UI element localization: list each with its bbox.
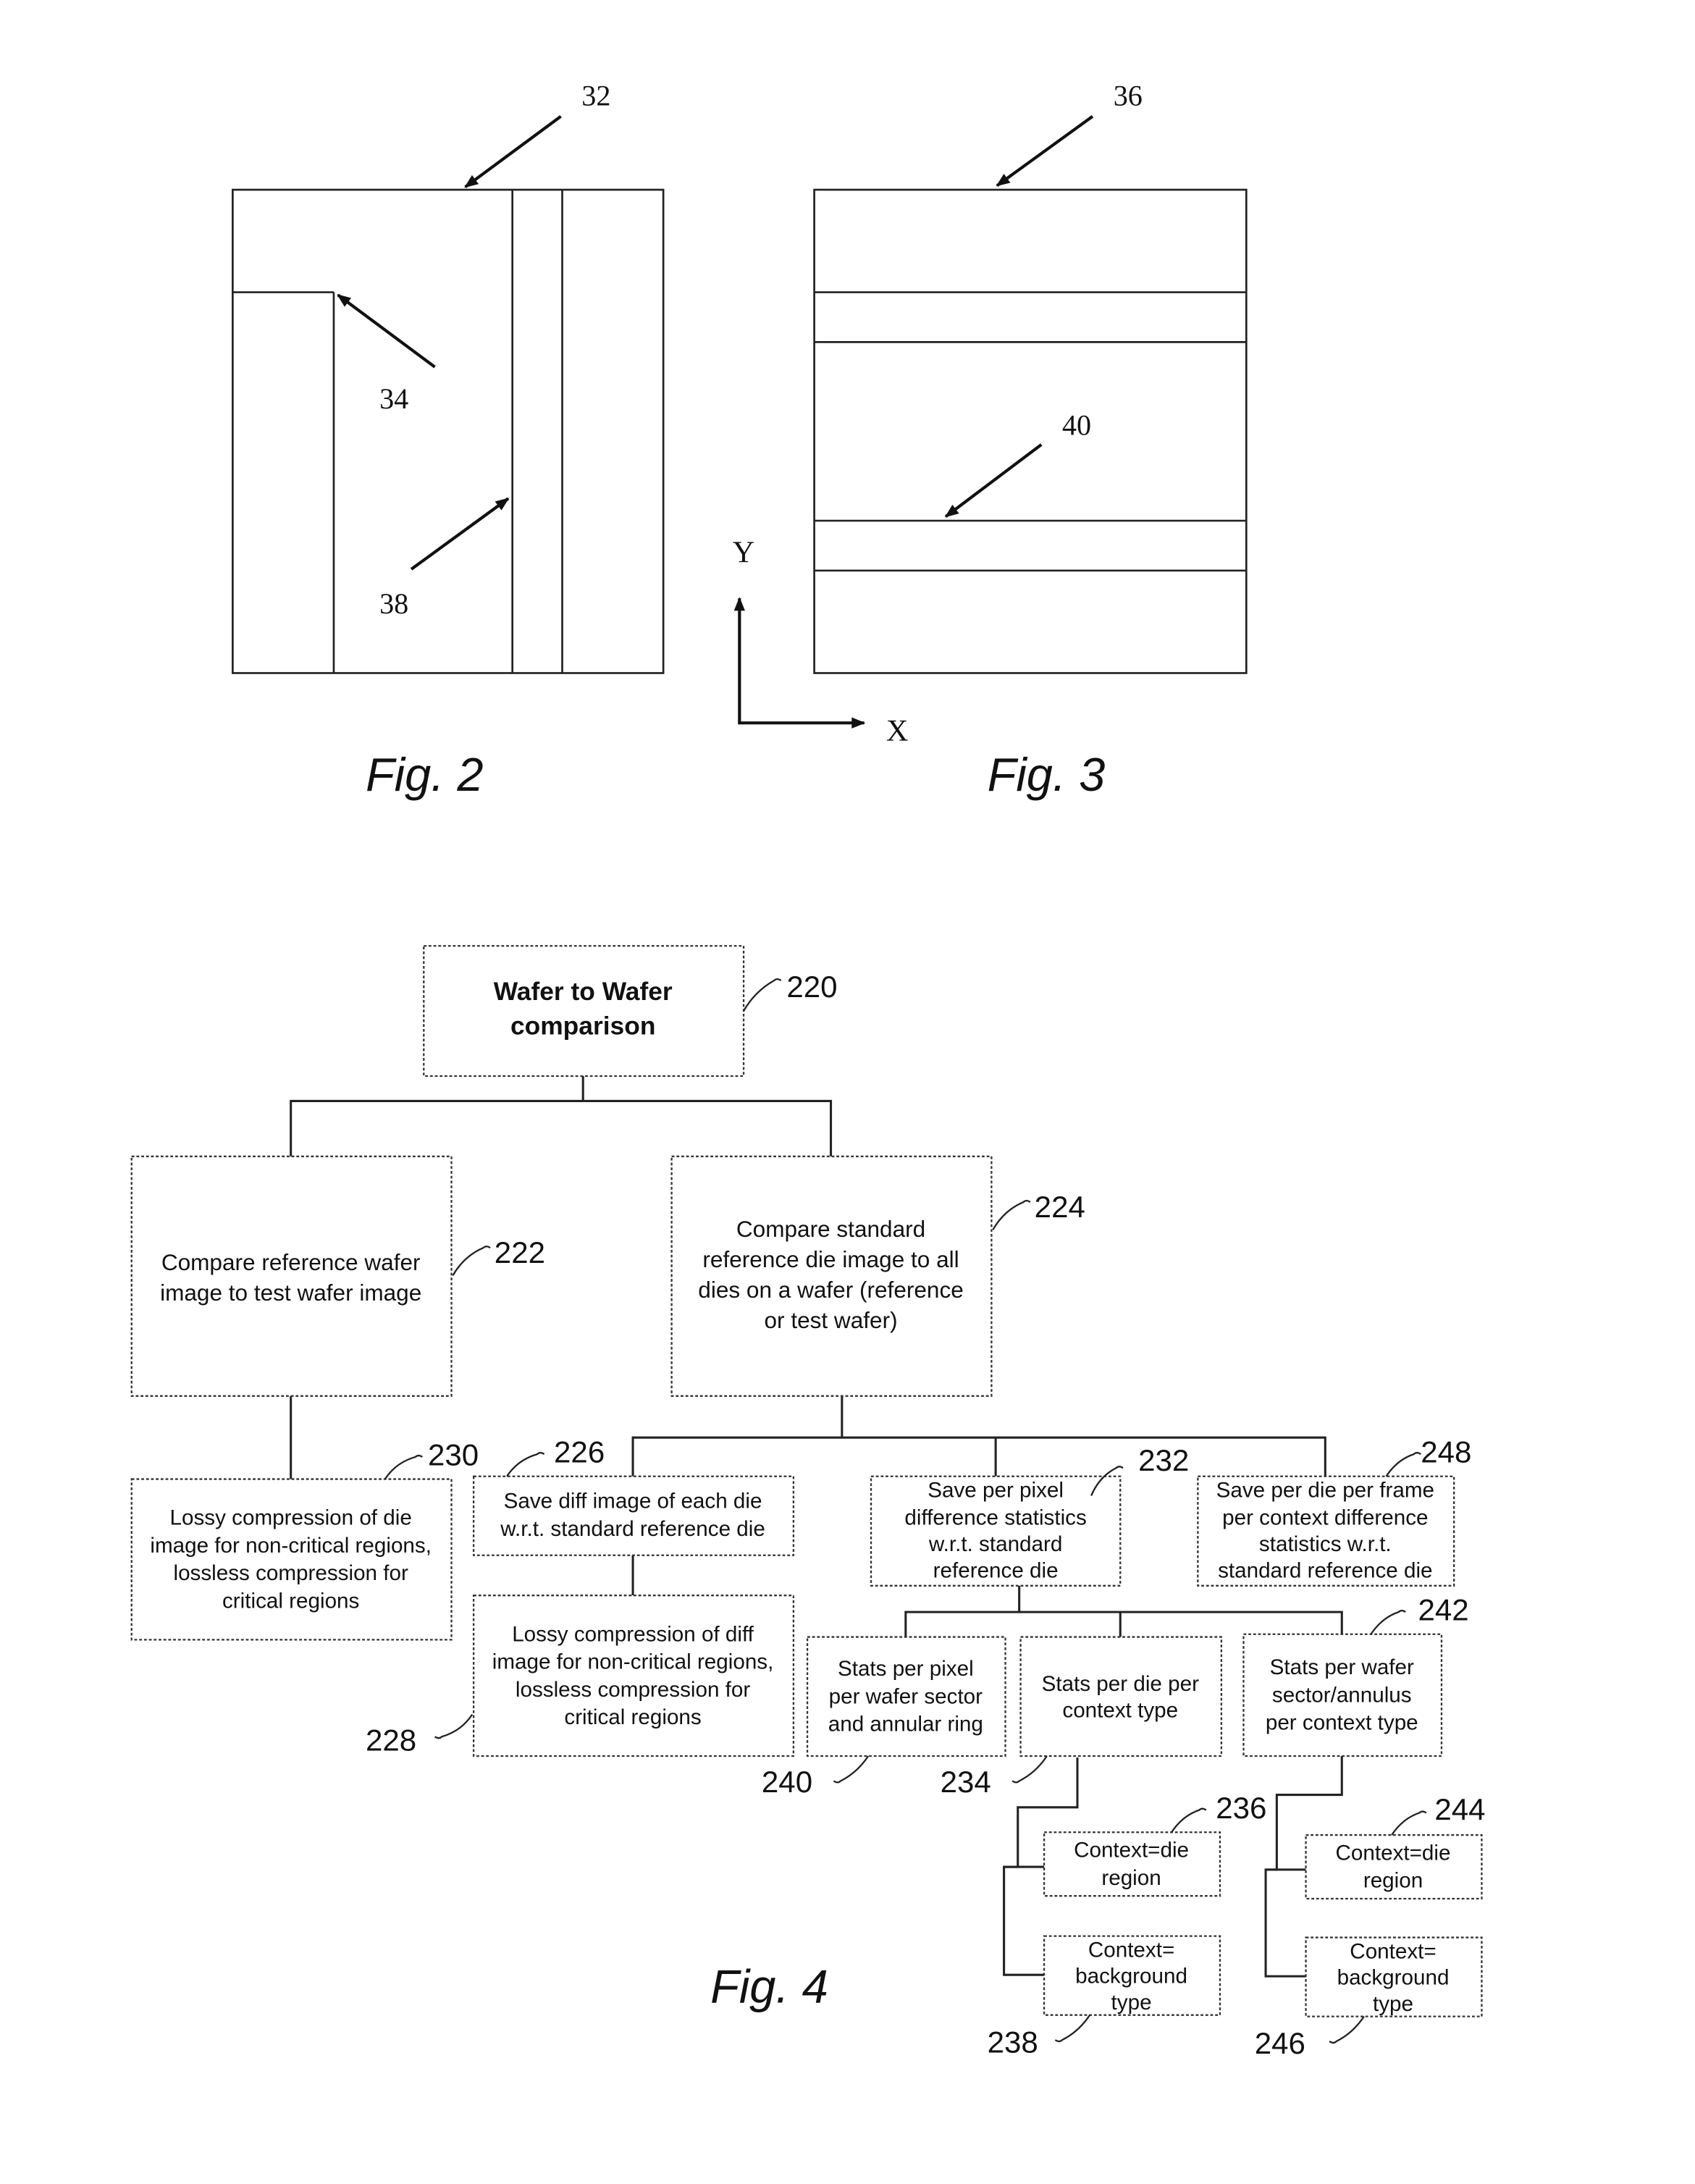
- node-232-line-2: difference statistics: [904, 1506, 1086, 1530]
- node-228-line-1: Lossy compression of diff: [512, 1622, 754, 1646]
- node-224-line-3: dies on a wafer (reference: [698, 1277, 963, 1303]
- ref-label-40: 40: [1062, 409, 1091, 442]
- node-238-context-background-type: Context= background type 238: [988, 1935, 1221, 2059]
- figure-2: 32 34 38 Fig. 2: [232, 79, 665, 801]
- ref-label-232: 232: [1138, 1443, 1189, 1477]
- node-226-line-2: w.r.t. standard reference die: [500, 1517, 765, 1541]
- node-226-line-1: Save diff image of each die: [504, 1490, 762, 1513]
- node-240-line-1: Stats per pixel: [838, 1657, 974, 1681]
- node-224-line-1: Compare standard: [736, 1216, 925, 1242]
- node-222-compare-reference-wafer: Compare reference wafer image to test wa…: [130, 1155, 545, 1397]
- node-246-line-2: background: [1337, 1966, 1450, 1990]
- node-238-line-1: Context=: [1088, 1938, 1174, 1962]
- node-232-line-3: w.r.t. standard: [928, 1532, 1062, 1556]
- ref-label-38: 38: [379, 587, 408, 620]
- node-230-line-1: Lossy compression of die: [170, 1506, 412, 1530]
- die-outline: [232, 188, 665, 674]
- node-230-line-2: image for non-critical regions,: [150, 1534, 432, 1558]
- node-242-line-1: Stats per wafer: [1270, 1655, 1414, 1679]
- node-220-wafer-to-wafer-comparison: Wafer to Wafer comparison 220: [423, 945, 838, 1078]
- node-248-line-2: per context difference: [1222, 1506, 1428, 1530]
- node-232-line-4: reference die: [933, 1558, 1059, 1582]
- ref-label-248: 248: [1421, 1435, 1471, 1469]
- ref-label-34: 34: [379, 382, 408, 415]
- node-222-line-2: image to test wafer image: [160, 1280, 421, 1306]
- ref-label-242: 242: [1418, 1593, 1468, 1627]
- node-236-line-1: Context=die: [1074, 1839, 1189, 1862]
- ref-label-230: 230: [428, 1437, 479, 1471]
- x-axis-label: X: [886, 715, 908, 748]
- node-228-line-4: critical regions: [564, 1705, 701, 1729]
- ref-label-36: 36: [1114, 79, 1143, 112]
- node-224-line-2: reference die image to all: [702, 1246, 959, 1272]
- node-248-line-4: standard reference die: [1218, 1558, 1432, 1582]
- arrow-32: [464, 114, 562, 188]
- figure-3: 36 40 Y X Fig. 3: [733, 79, 1248, 801]
- ref-label-228: 228: [366, 1723, 416, 1757]
- node-242-stats-per-wafer-sector-annulus: Stats per wafer sector/annulus per conte…: [1242, 1593, 1469, 1757]
- node-238-line-2: background: [1075, 1965, 1187, 1988]
- node-228-line-2: image for non-critical regions,: [492, 1650, 774, 1674]
- node-234-line-2: context type: [1062, 1698, 1178, 1722]
- figure-3-caption: Fig. 3: [988, 748, 1106, 801]
- node-230-line-3: lossless compression for: [174, 1561, 408, 1585]
- node-248-line-3: statistics w.r.t.: [1259, 1532, 1392, 1556]
- ref-label-236: 236: [1216, 1791, 1266, 1825]
- ref-label-220: 220: [786, 970, 837, 1004]
- node-242-line-2: sector/annulus: [1272, 1683, 1412, 1707]
- node-242-line-3: per context type: [1266, 1711, 1418, 1735]
- arrow-36: [996, 114, 1094, 187]
- patent-drawing-sheet: 32 34 38 Fig. 2 36 40 Y X Fig. 3 Wafer t…: [130, 79, 1486, 2060]
- node-232-line-1: Save per pixel: [928, 1478, 1064, 1502]
- ref-label-224: 224: [1035, 1190, 1085, 1224]
- node-246-line-3: type: [1373, 1992, 1413, 2016]
- node-248-line-1: Save per die per frame: [1216, 1478, 1434, 1502]
- node-236-line-2: region: [1101, 1866, 1161, 1890]
- node-240-line-2: per wafer sector: [829, 1684, 983, 1708]
- ref-label-222: 222: [495, 1235, 545, 1269]
- ref-label-226: 226: [554, 1435, 605, 1469]
- ref-label-234: 234: [941, 1765, 991, 1799]
- node-246-context-background-type: Context= background type 246: [1255, 1936, 1483, 2060]
- node-244-line-1: Context=die: [1336, 1841, 1451, 1865]
- node-224-compare-standard-reference-die: Compare standard reference die image to …: [670, 1155, 1085, 1397]
- node-232-save-per-pixel-stats: Save per pixel difference statistics w.r…: [870, 1443, 1189, 1587]
- node-224-line-4: or test wafer): [765, 1307, 898, 1333]
- node-222-line-1: Compare reference wafer: [161, 1249, 421, 1275]
- node-238-line-3: type: [1111, 1991, 1152, 2015]
- ref-label-240: 240: [762, 1765, 812, 1799]
- node-246-line-1: Context=: [1350, 1939, 1436, 1963]
- node-230-lossy-compression-die-image: Lossy compression of die image for non-c…: [130, 1437, 479, 1641]
- node-240-line-3: and annular ring: [828, 1713, 983, 1736]
- node-230-line-4: critical regions: [222, 1589, 359, 1613]
- node-244-line-2: region: [1363, 1869, 1423, 1893]
- y-axis-label: Y: [733, 536, 754, 569]
- figure-4: Wafer to Wafer comparison 220 Compare re…: [130, 945, 1486, 2060]
- ref-label-246: 246: [1255, 2026, 1305, 2060]
- node-220-line-2: comparison: [510, 1012, 656, 1041]
- ref-label-238: 238: [988, 2025, 1038, 2059]
- node-244-context-die-region: Context=die region 244: [1305, 1792, 1486, 1900]
- node-248-save-per-die-per-frame-stats: Save per die per frame per context diffe…: [1197, 1435, 1471, 1587]
- node-234-line-1: Stats per die per: [1042, 1672, 1200, 1696]
- die-outline: [813, 188, 1248, 674]
- figure-2-caption: Fig. 2: [366, 748, 484, 801]
- node-228-line-3: lossless compression for: [516, 1678, 750, 1702]
- node-220-line-1: Wafer to Wafer: [494, 978, 673, 1006]
- figure-4-caption: Fig. 4: [710, 1960, 828, 2012]
- ref-label-244: 244: [1434, 1792, 1485, 1826]
- ref-label-32: 32: [581, 79, 610, 112]
